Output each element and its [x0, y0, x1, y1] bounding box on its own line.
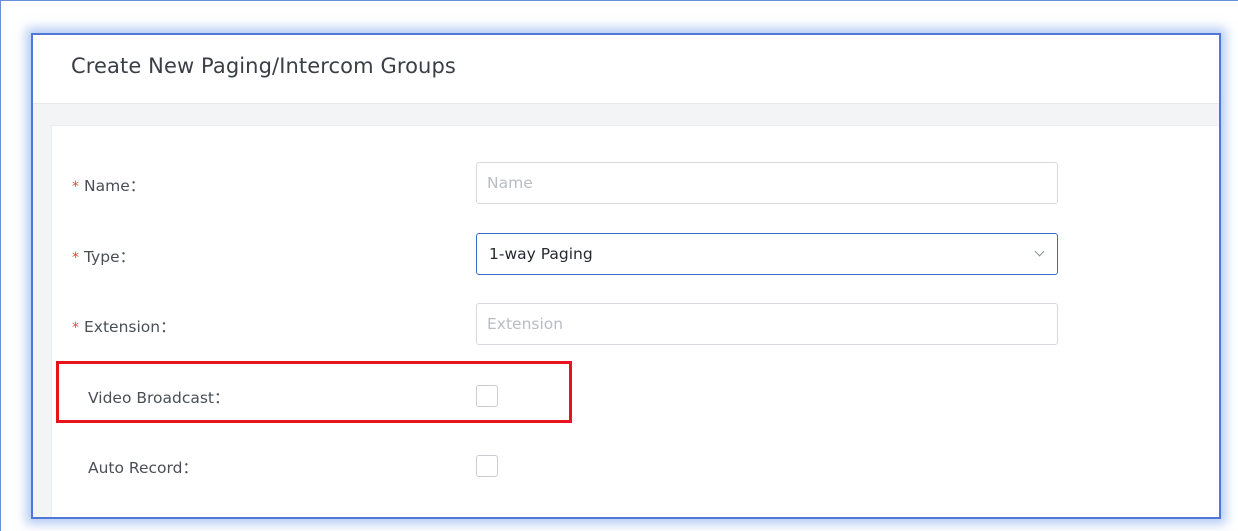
chevron-down-icon: [1034, 246, 1045, 257]
screenshot-frame: Create New Paging/Intercom Groups * Name：…: [0, 0, 1238, 531]
required-asterisk: *: [72, 179, 79, 195]
extension-label-text: Extension：: [84, 318, 176, 336]
type-label: * Type：: [72, 245, 135, 267]
video-broadcast-highlight-box: [56, 361, 572, 423]
name-label: * Name：: [72, 174, 145, 196]
auto-record-checkbox[interactable]: [476, 455, 498, 477]
required-asterisk: *: [72, 320, 79, 336]
extension-input[interactable]: [476, 303, 1058, 345]
name-row: * Name：: [52, 162, 1219, 206]
name-input[interactable]: [476, 162, 1058, 204]
required-asterisk: *: [72, 250, 79, 266]
dialog-header: Create New Paging/Intercom Groups: [33, 35, 1219, 104]
extension-row: * Extension：: [52, 303, 1219, 347]
extension-label: * Extension：: [72, 315, 176, 337]
auto-record-label: Auto Record：: [88, 459, 198, 477]
auto-record-row: Auto Record：: [52, 444, 1219, 488]
type-selected-value: 1-way Paging: [489, 245, 593, 263]
dialog-title: Create New Paging/Intercom Groups: [71, 54, 456, 78]
type-label-text: Type：: [84, 248, 136, 266]
name-label-text: Name：: [84, 177, 146, 195]
type-row: * Type： 1-way Paging: [52, 233, 1219, 277]
type-select[interactable]: 1-way Paging: [476, 233, 1058, 275]
form-body: * Name： * Type： 1-way Paging * Extension：: [51, 125, 1219, 517]
paging-intercom-dialog: Create New Paging/Intercom Groups * Name：…: [31, 33, 1221, 519]
